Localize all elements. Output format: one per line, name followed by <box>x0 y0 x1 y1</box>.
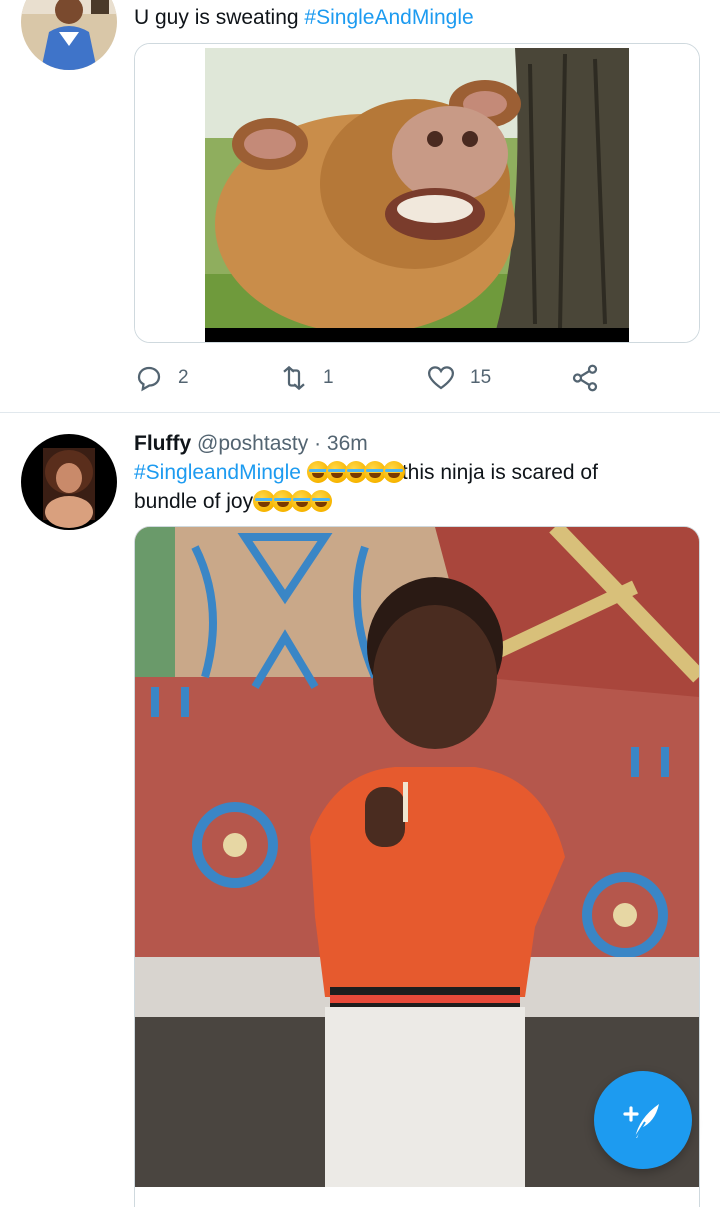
user-handle[interactable]: @poshtasty <box>197 432 308 455</box>
like-button[interactable]: 15 <box>426 358 491 398</box>
tweet-card-2[interactable]: Fluffy @poshtasty · 36m #SingleandMingle… <box>0 413 720 1207</box>
tweet-text: U guy is sweating #SingleAndMingle <box>134 3 694 32</box>
tweet-text-line2: bundle of joy <box>134 490 254 513</box>
heart-icon <box>427 366 455 390</box>
laughing-emoji-group <box>253 490 333 513</box>
tweet-text-plain: U guy is sweating <box>134 6 305 29</box>
reply-count: 2 <box>178 367 189 388</box>
tweet-header: Fluffy @poshtasty · 36m <box>134 429 674 458</box>
cow-photo <box>135 44 699 342</box>
retweet-button[interactable]: 1 <box>279 358 334 398</box>
retweet-count: 1 <box>323 367 334 388</box>
avatar-image <box>21 434 117 530</box>
tweet-image-card[interactable] <box>134 43 700 343</box>
retweet-icon <box>283 365 305 391</box>
laughing-emoji-group <box>306 461 405 484</box>
hashtag-link[interactable]: #SingleAndMingle <box>304 6 473 29</box>
meta-separator: · <box>314 432 322 455</box>
tweet-text: #SingleandMingle this ninja is scared of… <box>134 458 694 516</box>
tweet-text-line1: this ninja is scared of <box>401 461 598 484</box>
tweet-card-1[interactable]: U guy is sweating #SingleAndMingle 2 1 1… <box>0 0 720 412</box>
hashtag-link[interactable]: #SingleandMingle <box>134 461 301 484</box>
compose-tweet-icon <box>623 1104 659 1139</box>
display-name[interactable]: Fluffy <box>134 432 191 455</box>
rolling-on-floor-laughing-emoji <box>310 490 333 512</box>
share-icon <box>572 364 598 392</box>
compose-tweet-button[interactable] <box>594 1071 692 1169</box>
reply-icon <box>137 366 161 392</box>
share-button[interactable] <box>570 358 600 398</box>
tweet-actions-bar: 2 1 15 <box>134 358 634 398</box>
avatar[interactable] <box>21 434 117 530</box>
like-count: 15 <box>470 367 492 388</box>
reply-button[interactable]: 2 <box>134 358 189 398</box>
avatar-image <box>21 0 117 70</box>
tweet-time[interactable]: 36m <box>327 432 368 455</box>
rolling-on-floor-laughing-emoji <box>382 461 405 483</box>
avatar[interactable] <box>21 0 117 70</box>
